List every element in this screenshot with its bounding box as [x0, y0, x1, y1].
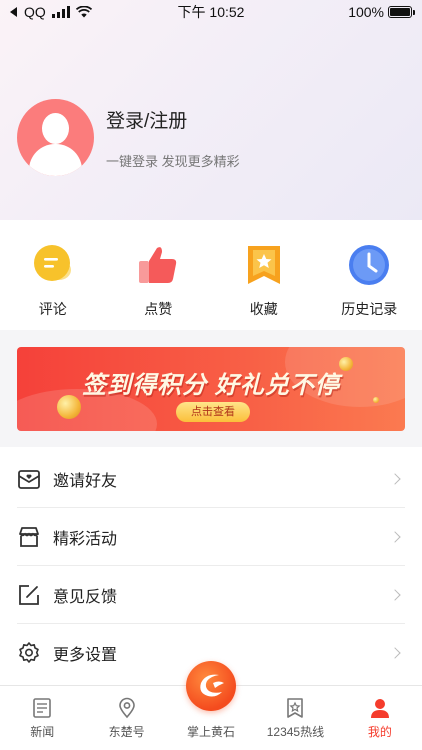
tab-label: 新闻: [30, 725, 55, 739]
feedback-icon: [19, 584, 39, 605]
login-register-link[interactable]: 登录/注册: [106, 106, 187, 133]
tab-dongchuhao[interactable]: 东楚号: [84, 686, 168, 750]
menu-label: 精彩活动: [53, 530, 118, 548]
battery-percent: 100%: [348, 4, 384, 20]
tab-news[interactable]: 新闻: [0, 686, 84, 750]
menu-label: 邀请好友: [53, 472, 118, 490]
store-icon: [19, 526, 39, 547]
tab-label: 我的: [367, 725, 392, 739]
avatar-head: [42, 113, 69, 144]
avatar[interactable]: [17, 99, 94, 176]
clock-icon: [349, 245, 390, 285]
comment-icon: [33, 245, 71, 281]
chevron-right-icon: [389, 472, 401, 485]
login-subtitle: 一键登录 发现更多精彩: [106, 154, 240, 169]
quick-action-label: 历史记录: [341, 301, 398, 317]
chevron-right-icon: [389, 647, 401, 659]
tab-hotline[interactable]: 12345热线: [253, 686, 337, 750]
thumbs-up-icon: [139, 247, 177, 283]
quick-action-like[interactable]: 点赞: [106, 220, 212, 330]
signin-banner[interactable]: 签到得积分 好礼兑不停 点击查看: [17, 347, 405, 431]
banner-section: 签到得积分 好礼兑不停 点击查看: [0, 330, 422, 447]
app-logo-icon: [200, 674, 224, 697]
tab-label: 东楚号: [108, 725, 145, 739]
status-bar: QQ 下午 10:52 100%: [0, 0, 422, 24]
invite-icon: [18, 469, 40, 489]
hotline-icon: [287, 698, 304, 718]
settings-menu: 邀请好友 精彩活动 意见反馈 更多设置: [0, 447, 422, 685]
quick-action-label: 收藏: [249, 301, 278, 317]
quick-action-comment[interactable]: 评论: [0, 220, 106, 330]
carrier-label: QQ: [24, 4, 46, 20]
tab-mine[interactable]: 我的: [338, 686, 422, 750]
menu-item-invite[interactable]: 邀请好友: [17, 450, 405, 508]
quick-actions: 评论 点赞 收藏 历史记录: [0, 220, 422, 330]
wifi-icon: [75, 6, 92, 18]
chevron-right-icon: [389, 588, 401, 601]
tab-label: 掌上黄石: [187, 725, 236, 739]
news-icon: [33, 698, 52, 718]
tab-label: 12345热线: [266, 725, 325, 739]
quick-action-label: 评论: [38, 301, 67, 317]
quick-action-label: 点赞: [144, 301, 173, 317]
bookmark-icon: [247, 246, 280, 284]
signal-icon: [51, 6, 70, 18]
quick-action-history[interactable]: 历史记录: [317, 220, 422, 330]
menu-item-feedback[interactable]: 意见反馈: [17, 566, 405, 624]
app-logo-button[interactable]: [186, 661, 236, 711]
profile-header: 登录/注册 一键登录 发现更多精彩: [0, 0, 422, 220]
banner-view-button[interactable]: 点击查看: [176, 402, 250, 422]
battery-icon: [388, 6, 415, 18]
chevron-right-icon: [389, 530, 401, 543]
quick-action-favorite[interactable]: 收藏: [211, 220, 317, 330]
avatar-body: [29, 144, 82, 176]
menu-label: 意见反馈: [53, 588, 118, 606]
settings-icon: [19, 642, 39, 663]
location-icon: [118, 697, 135, 719]
profile-icon: [370, 699, 389, 718]
back-arrow-icon[interactable]: [10, 7, 18, 17]
banner-title: 签到得积分 好礼兑不停: [82, 372, 340, 399]
menu-item-activities[interactable]: 精彩活动: [17, 508, 405, 566]
